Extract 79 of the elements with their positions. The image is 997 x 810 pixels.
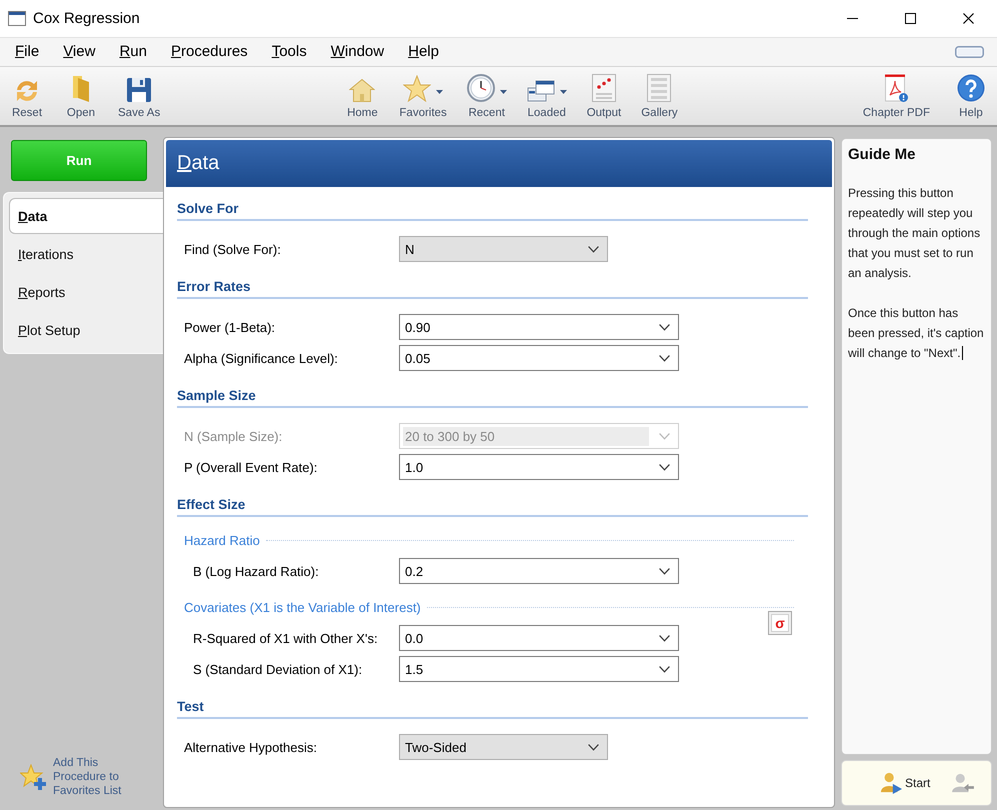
menu-item[interactable]: File <box>3 42 52 62</box>
toolbar-button[interactable]: Chapter PDF <box>858 67 935 125</box>
toolbar-button[interactable]: Recent <box>462 67 512 125</box>
side-tab[interactable]: Plot Setup <box>9 312 163 348</box>
close-icon[interactable] <box>962 13 974 24</box>
chevron-down-icon <box>659 432 670 440</box>
dropdown-field[interactable]: Two-Sided <box>399 734 608 760</box>
window-title: Cox Regression <box>33 10 140 27</box>
section-heading: Solve For <box>177 200 808 221</box>
toolbar-button[interactable]: Home <box>340 67 384 125</box>
chevron-down-icon <box>588 246 599 252</box>
chart-document-icon <box>592 74 616 102</box>
toolbar-button[interactable]: Loaded <box>522 67 572 125</box>
lined-document-icon <box>647 74 672 102</box>
dropdown-field[interactable]: 0.90 <box>399 314 679 340</box>
field-label: R-Squared of X1 with Other X's: <box>192 630 379 646</box>
field-label: N (Sample Size): <box>183 428 284 444</box>
field-label: Alpha (Significance Level): <box>183 350 339 366</box>
section-heading: Effect Size <box>177 496 808 517</box>
section-heading: Test <box>177 698 808 719</box>
guide-title: Guide Me <box>848 146 917 163</box>
side-tab[interactable]: Iterations <box>9 236 163 272</box>
person-play-icon <box>880 772 902 794</box>
toolbar-button[interactable]: Gallery <box>636 67 683 125</box>
toolbar-button[interactable]: Reset <box>5 67 49 125</box>
star-icon <box>403 75 432 102</box>
circular-arrows-icon <box>16 80 38 102</box>
toolbar-button[interactable]: Output <box>582 67 626 125</box>
minimize-icon[interactable] <box>846 18 858 19</box>
dropdown-field[interactable]: 0.2 <box>399 558 679 584</box>
menu-item[interactable]: Window <box>318 42 396 62</box>
help-icon <box>956 74 985 102</box>
dropdown-field[interactable]: 1.0 <box>399 454 679 480</box>
field-label: Find (Solve For): <box>183 242 282 256</box>
clock-icon <box>466 74 495 102</box>
sigma-button[interactable]: σ <box>768 611 792 635</box>
chevron-down-icon <box>659 634 670 642</box>
chevron-down-icon <box>659 354 670 362</box>
pdf-document-icon <box>884 74 908 102</box>
field-label: Alternative Hypothesis: <box>183 740 318 754</box>
field-label: B (Log Hazard Ratio): <box>192 564 320 578</box>
section-heading: Sample Size <box>177 387 808 408</box>
section-heading: Error Rates <box>177 278 808 299</box>
side-tab[interactable]: Reports <box>9 274 163 310</box>
star-plus-icon <box>20 764 46 790</box>
windows-icon <box>526 80 555 102</box>
add-to-favorites-link[interactable]: Add This Procedure to Favorites List <box>53 756 133 798</box>
group-heading: Hazard Ratio <box>183 532 260 548</box>
window-icon <box>8 11 26 26</box>
menu-item[interactable]: Run <box>107 42 159 62</box>
chevron-down-icon <box>659 324 670 330</box>
chevron-down-icon <box>659 568 670 574</box>
dropdown-field[interactable]: 0.0 <box>399 625 679 651</box>
menu-item[interactable]: Procedures <box>158 42 260 62</box>
toolbar-button[interactable]: Save As <box>113 67 166 125</box>
menu-item[interactable]: Help <box>396 42 451 62</box>
guide-text: Pressing this button repeatedly will step you through the main options that you must set to run an analysis. <box>848 186 980 280</box>
chevron-down-icon <box>659 666 670 672</box>
side-tab[interactable]: Data <box>9 198 163 234</box>
field-label: P (Overall Event Rate): <box>183 460 318 474</box>
chevron-down-icon <box>588 744 599 750</box>
start-button[interactable]: Start <box>880 772 930 794</box>
home-icon <box>349 78 376 102</box>
panel-title: Data <box>177 152 220 175</box>
folder-icon <box>73 76 89 102</box>
dropdown-field[interactable]: N <box>399 236 608 262</box>
group-heading: Covariates (X1 is the Variable of Interest) <box>183 600 421 614</box>
maximize-icon[interactable] <box>904 13 916 24</box>
guide-text: Once this button has been pressed, it's caption will change to "Next". <box>848 306 984 360</box>
dropdown-field[interactable]: 0.05 <box>399 345 679 371</box>
dropdown-field[interactable]: 1.5 <box>399 656 679 682</box>
field-label: Power (1-Beta): <box>183 320 276 334</box>
toolbar-button[interactable]: Help <box>948 67 993 125</box>
chevron-down-icon <box>659 464 670 470</box>
menu-item[interactable]: View <box>51 42 108 62</box>
toolbar-button[interactable]: Favorites <box>394 67 452 125</box>
menu-item[interactable]: Tools <box>260 42 319 62</box>
toolbar-button[interactable]: Open <box>59 67 103 125</box>
field-label: S (Standard Deviation of X1): <box>192 662 364 676</box>
